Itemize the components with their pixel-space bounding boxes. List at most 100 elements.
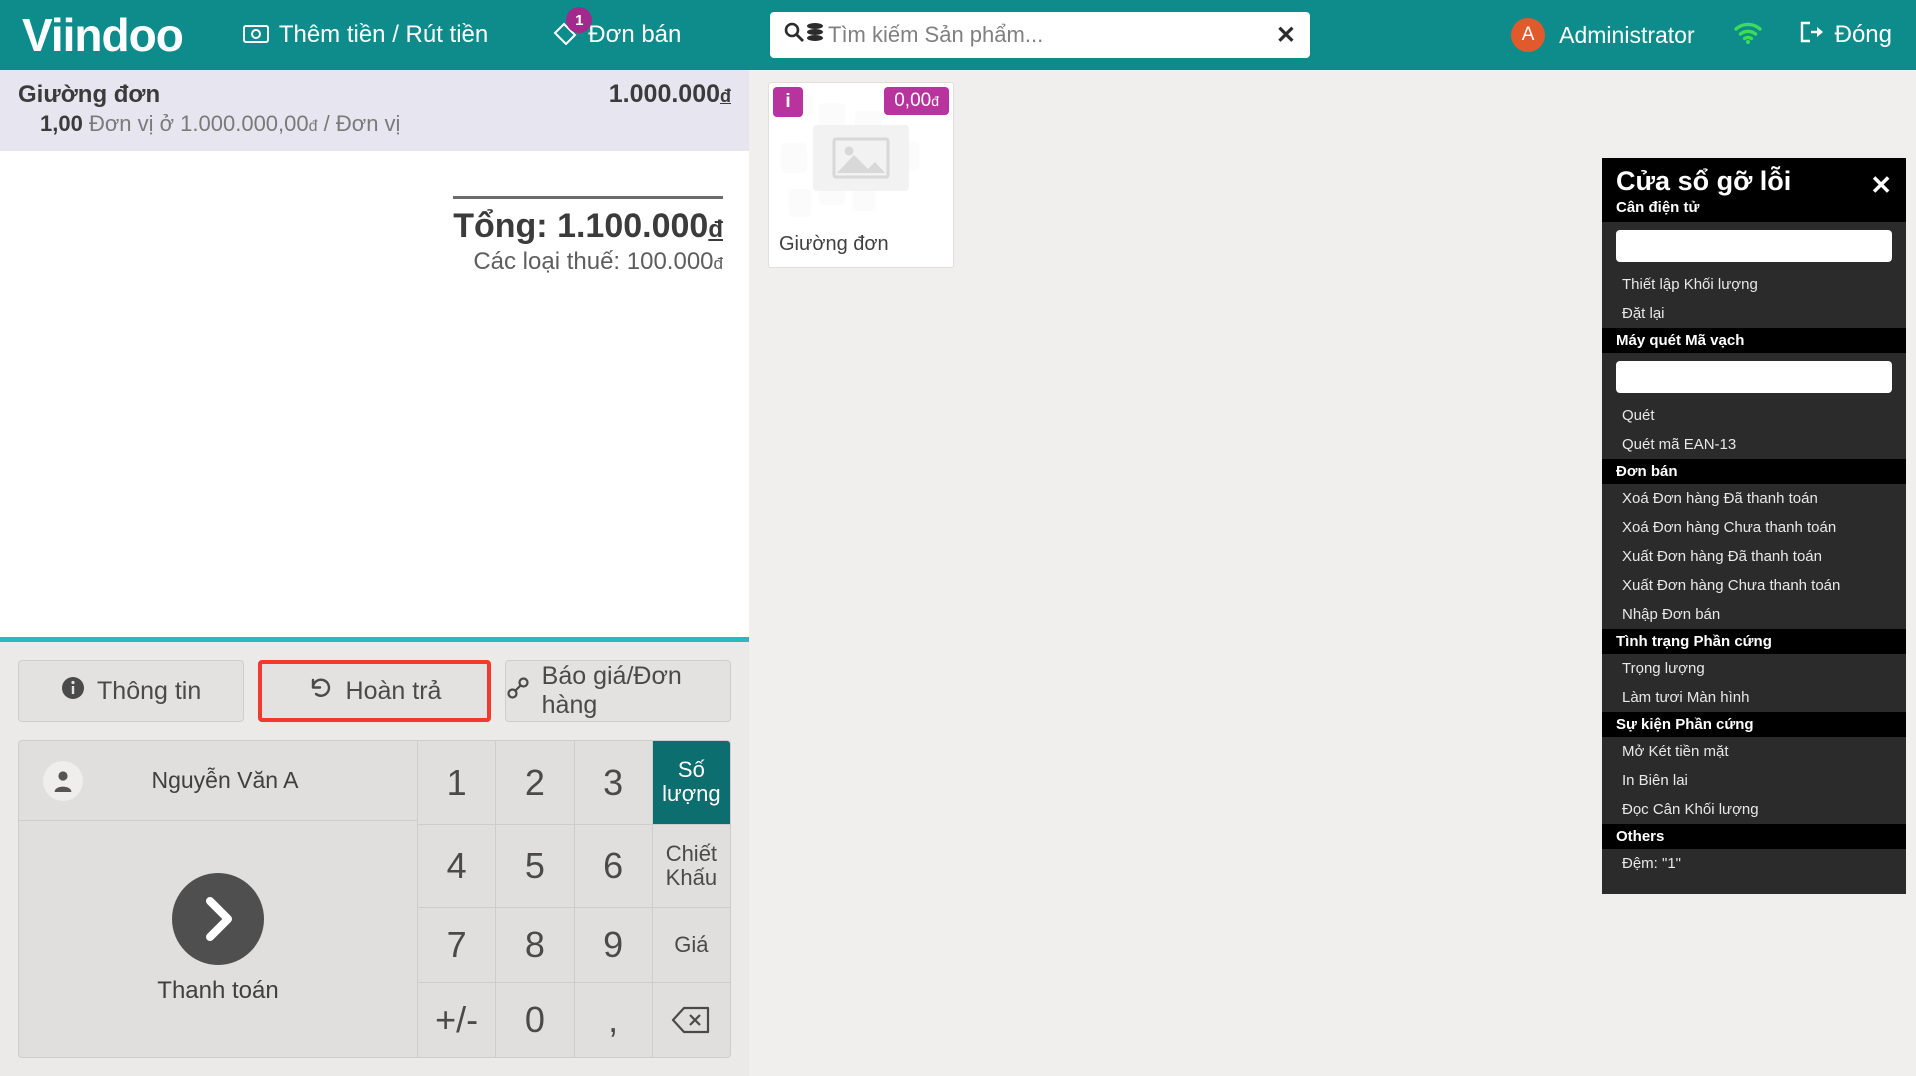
debug-item-delete-paid-orders[interactable]: Xoá Đơn hàng Đã thanh toán [1602,484,1906,513]
order-line-unit-price: 1.000.000,00 [180,111,309,136]
debug-item-read-scale[interactable]: Đọc Cân Khối lượng [1602,795,1906,824]
orders-icon-wrap: 1 [552,7,593,51]
debug-item-weight-status[interactable]: Trọng lượng [1602,654,1906,683]
numpad-key-3[interactable]: 3 [573,741,652,824]
close-icon[interactable]: ✕ [1870,172,1892,198]
chevron-right-icon [172,873,264,965]
refund-button-label: Hoàn trả [345,676,442,705]
debug-item-open-cashbox[interactable]: Mở Két tiền mặt [1602,737,1906,766]
close-icon[interactable]: ✕ [1268,21,1296,50]
payment-and-numpad: Nguyễn Văn A Thanh toán 1 2 3 Số lượng 4… [18,740,731,1058]
debug-section-title-5: Others [1602,824,1906,849]
numpad-key-8[interactable]: 8 [495,907,574,983]
numpad-key-sign[interactable]: +/- [417,982,496,1057]
debug-item-print-receipt[interactable]: In Biên lai [1602,766,1906,795]
numpad-key-7[interactable]: 7 [417,907,496,983]
scale-input-row [1602,222,1906,270]
debug-section-title-3: Tình trạng Phần cứng [1602,629,1906,654]
numpad-key-0[interactable]: 0 [495,982,574,1057]
debug-window-header: Cửa sổ gỡ lỗi ✕ Cân điện tử [1602,158,1906,222]
debug-item-set-weight[interactable]: Thiết lập Khối lượng [1602,270,1906,299]
order-line-qty: 1,00 [40,111,83,136]
info-icon [61,676,85,707]
numpad-key-1[interactable]: 1 [417,741,495,824]
numpad-mode-quantity[interactable]: Số lượng [651,741,730,824]
viindoo-logo[interactable]: Viindoo [22,12,184,58]
numpad: 1 2 3 Số lượng 4 5 6 Chiết Khấu 7 8 9 Gi… [417,741,730,1057]
database-icon [806,22,824,48]
pos-header: Viindoo Thêm tiền / Rút tiền 1 Đơn bán ✕… [0,0,1916,70]
debug-item-scan[interactable]: Quét [1602,401,1906,430]
debug-item-delete-unpaid-orders[interactable]: Xoá Đơn hàng Chưa thanh toán [1602,513,1906,542]
numpad-key-2[interactable]: 2 [495,741,573,824]
totals-divider [453,196,723,199]
header-right-group: A Administrator Đóng [1511,0,1906,70]
numpad-key-4[interactable]: 4 [417,823,496,908]
numpad-key-5[interactable]: 5 [495,823,574,908]
debug-item-buffer[interactable]: Đệm: "1" [1602,849,1906,878]
customer-row[interactable]: Nguyễn Văn A [19,741,417,821]
close-session-button[interactable]: Đóng [1785,0,1906,70]
numpad-key-decimal[interactable]: , [573,982,652,1057]
close-session-label: Đóng [1834,21,1892,48]
avatar[interactable]: A [1511,18,1546,52]
debug-section-title-4: Sự kiện Phần cứng [1602,712,1906,737]
order-line[interactable]: Giường đơn 1.000.000đ 1,00 Đơn vị ở 1.00… [0,70,749,151]
refund-icon [308,676,334,707]
debug-item-import-orders[interactable]: Nhập Đơn bán [1602,600,1906,629]
order-tax-value: 100.000 [626,248,714,275]
info-icon[interactable]: i [773,87,803,117]
link-icon [506,676,530,707]
numpad-key-6[interactable]: 6 [573,823,652,908]
info-button[interactable]: Thông tin [18,660,245,722]
barcode-input[interactable] [1616,361,1892,393]
product-price-value: 0,00 [894,90,932,111]
pay-button[interactable]: Thanh toán [19,821,417,1057]
order-total-currency: đ [708,216,723,243]
debug-window-title: Cửa sổ gỡ lỗi [1616,166,1792,196]
search-icon [784,22,804,48]
order-tax-label: Các loại thuế: [473,248,621,275]
backspace-icon[interactable] [651,982,730,1057]
product-name: Giường đơn [779,233,889,255]
debug-item-export-paid-orders[interactable]: Xuất Đơn hàng Đã thanh toán [1602,542,1906,571]
order-tax-currency: đ [713,254,723,273]
search-input[interactable] [828,22,1268,48]
scale-weight-input[interactable] [1616,230,1892,262]
user-name: Administrator [1559,21,1695,48]
refund-button[interactable]: Hoàn trả [258,660,491,722]
quotation-order-button[interactable]: Báo giá/Đơn hàng [504,660,731,722]
payment-column: Nguyễn Văn A Thanh toán [19,741,417,1057]
order-total-row: Tổng: 1.100.000đ [453,207,723,246]
orders-button[interactable]: 1 Đơn bán [538,0,695,70]
wifi-icon[interactable] [1733,21,1763,50]
debug-item-reset-weight[interactable]: Đặt lại [1602,299,1906,328]
numpad-mode-discount[interactable]: Chiết Khấu [651,823,730,908]
numpad-key-9[interactable]: 9 [573,907,652,983]
debug-section-title-2: Đơn bán [1602,459,1906,484]
debug-item-refresh-display[interactable]: Làm tươi Màn hình [1602,683,1906,712]
order-line-currency: đ [720,86,731,106]
order-total-value: 1.100.000 [557,207,709,245]
order-lines-list: Giường đơn 1.000.000đ 1,00 Đơn vị ở 1.00… [0,70,749,151]
product-card[interactable]: i 0,00đ Giường đơn [768,82,954,268]
order-line-price-value: 1.000.000 [608,80,720,108]
user-icon [43,760,83,801]
debug-window: Cửa sổ gỡ lỗi ✕ Cân điện tử Thiết lập Kh… [1602,158,1906,894]
debug-item-export-unpaid-orders[interactable]: Xuất Đơn hàng Chưa thanh toán [1602,571,1906,600]
order-line-product-name: Giường đơn [18,81,161,108]
order-line-top: Giường đơn 1.000.000đ [18,80,731,109]
debug-item-scan-ean13[interactable]: Quét mã EAN-13 [1602,430,1906,459]
order-total-label: Tổng: [453,207,548,245]
action-buttons-row: Thông tin Hoàn trả Báo giá/Đơn hàng [18,660,731,722]
numpad-mode-price[interactable]: Giá [651,907,730,983]
cash-in-out-button[interactable]: Thêm tiền / Rút tiền [229,0,502,70]
debug-section-title-0: Cân điện tử [1616,199,1700,216]
debug-window-footer [1602,878,1906,894]
cash-in-out-label: Thêm tiền / Rút tiền [278,21,489,48]
order-line-per-unit: / Đơn vị [323,111,401,136]
order-tax-row: Các loại thuế: 100.000đ [453,248,723,276]
order-totals: Tổng: 1.100.000đ Các loại thuế: 100.000đ [453,196,723,276]
image-placeholder-glyph [813,125,909,191]
search-bar[interactable]: ✕ [770,12,1310,58]
